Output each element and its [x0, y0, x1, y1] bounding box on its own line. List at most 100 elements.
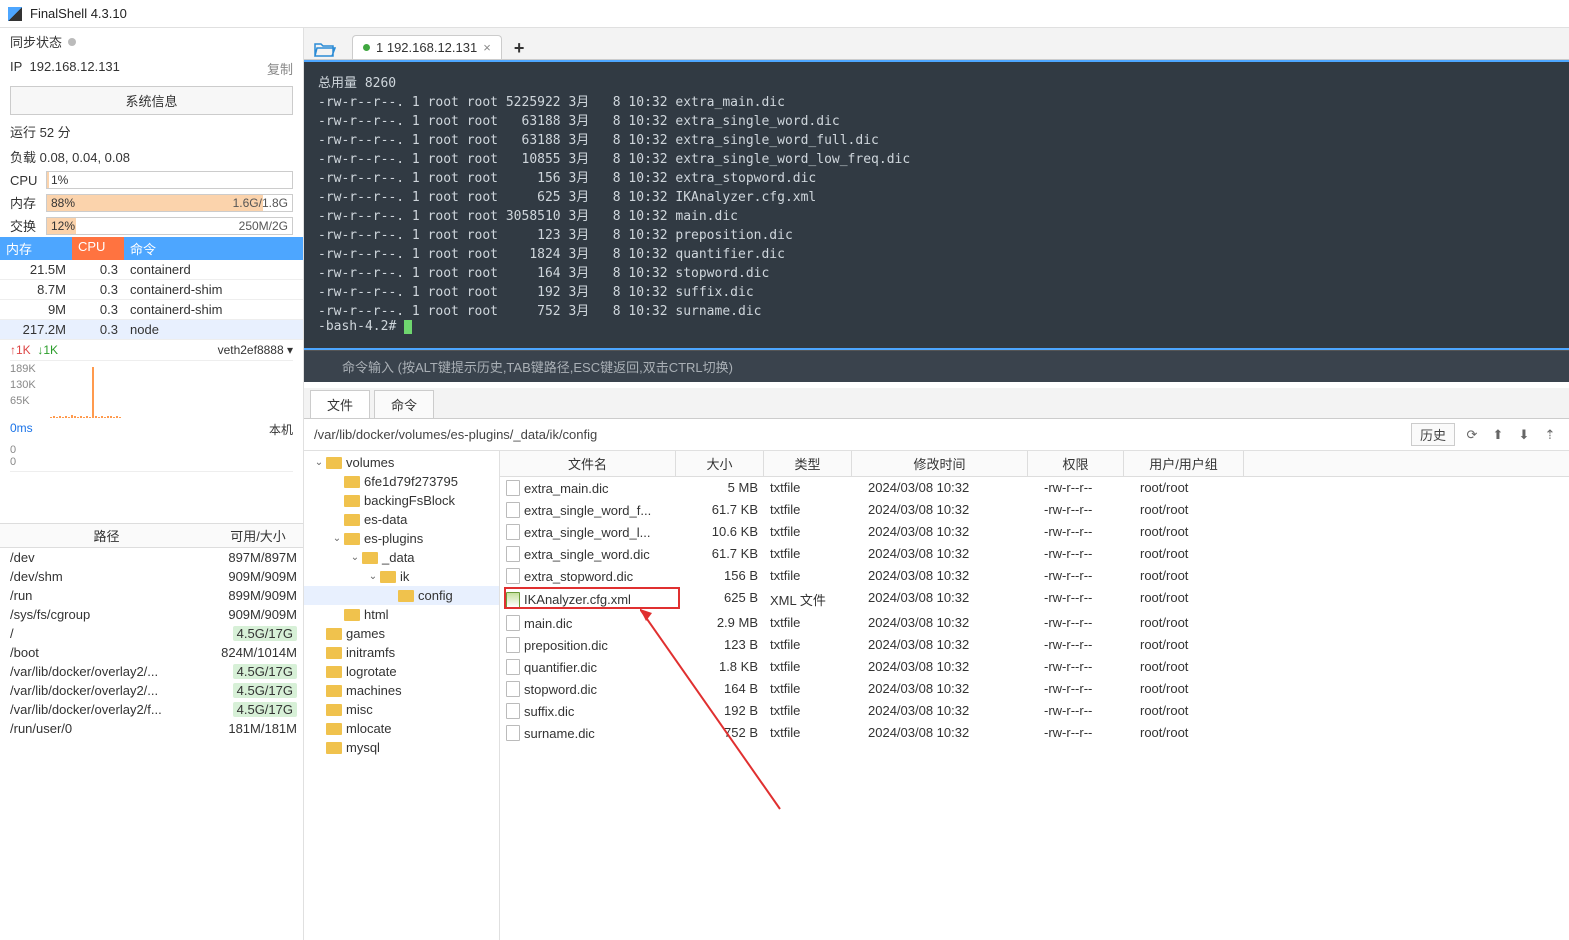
tree-item[interactable]: ⌄_data: [304, 548, 499, 567]
tree-item[interactable]: logrotate: [304, 662, 499, 681]
folder-icon: [326, 647, 342, 659]
command-input[interactable]: 命令输入 (按ALT键提示历史,TAB键路径,ESC键返回,双击CTRL切换): [304, 350, 1569, 382]
file-row[interactable]: extra_stopword.dic156 Btxtfile2024/03/08…: [500, 565, 1569, 587]
col-size[interactable]: 大小: [676, 451, 764, 476]
col-cmd[interactable]: 命令: [124, 237, 303, 260]
folder-tree[interactable]: ⌄volumes6fe1d79f273795backingFsBlockes-d…: [304, 451, 500, 940]
col-user[interactable]: 用户/用户组: [1124, 451, 1244, 476]
ping-host-select[interactable]: 本机: [269, 421, 293, 438]
tree-item[interactable]: es-data: [304, 510, 499, 529]
tree-item[interactable]: misc: [304, 700, 499, 719]
file-row[interactable]: preposition.dic123 Btxtfile2024/03/08 10…: [500, 634, 1569, 656]
col-perm[interactable]: 权限: [1028, 451, 1124, 476]
tab-files[interactable]: 文件: [310, 390, 370, 418]
col-path[interactable]: 路径: [0, 524, 213, 547]
process-row[interactable]: 9M0.3containerd-shim: [0, 300, 303, 320]
file-row[interactable]: main.dic2.9 MBtxtfile2024/03/08 10:32-rw…: [500, 612, 1569, 634]
ping-graph: [10, 471, 293, 523]
file-row[interactable]: extra_single_word_f...61.7 KBtxtfile2024…: [500, 499, 1569, 521]
file-row[interactable]: quantifier.dic1.8 KBtxtfile2024/03/08 10…: [500, 656, 1569, 678]
titlebar: FinalShell 4.3.10: [0, 0, 1569, 28]
file-list[interactable]: 文件名 大小 类型 修改时间 权限 用户/用户组 extra_main.dic5…: [500, 451, 1569, 940]
disk-header[interactable]: 路径 可用/大小: [0, 523, 303, 548]
disk-row[interactable]: /var/lib/docker/overlay2/...4.5G/17G: [0, 662, 303, 681]
sidebar: 同步状态 IP 192.168.12.131 复制 系统信息 运行 52 分 负…: [0, 28, 304, 940]
runtime-text: 运行 52 分: [0, 119, 303, 144]
folder-open-icon[interactable]: [312, 39, 338, 59]
process-header[interactable]: 内存 CPU 命令: [0, 237, 303, 260]
new-tab-button[interactable]: +: [508, 38, 531, 59]
disk-row[interactable]: /4.5G/17G: [0, 624, 303, 643]
folder-icon: [326, 685, 342, 697]
disk-row[interactable]: /sys/fs/cgroup909M/909M: [0, 605, 303, 624]
file-list-header[interactable]: 文件名 大小 类型 修改时间 权限 用户/用户组: [500, 451, 1569, 477]
file-row[interactable]: suffix.dic192 Btxtfile2024/03/08 10:32-r…: [500, 700, 1569, 722]
pathbar: /var/lib/docker/volumes/es-plugins/_data…: [304, 419, 1569, 451]
process-row[interactable]: 217.2M0.3node: [0, 320, 303, 340]
file-row[interactable]: extra_single_word.dic61.7 KBtxtfile2024/…: [500, 543, 1569, 565]
tree-item[interactable]: html: [304, 605, 499, 624]
content: 1 192.168.12.131 × + 总用量 8260 -rw-r--r--…: [304, 28, 1569, 940]
file-row[interactable]: stopword.dic164 Btxtfile2024/03/08 10:32…: [500, 678, 1569, 700]
current-path[interactable]: /var/lib/docker/volumes/es-plugins/_data…: [314, 427, 1407, 442]
folder-icon: [326, 628, 342, 640]
tree-item[interactable]: backingFsBlock: [304, 491, 499, 510]
history-button[interactable]: 历史: [1411, 423, 1455, 446]
disk-row[interactable]: /dev/shm909M/909M: [0, 567, 303, 586]
disk-row[interactable]: /boot824M/1014M: [0, 643, 303, 662]
folder-icon: [344, 533, 360, 545]
col-type[interactable]: 类型: [764, 451, 852, 476]
mem-row: 内存 88%1.6G/1.8G: [0, 191, 303, 214]
tree-item[interactable]: ⌄es-plugins: [304, 529, 499, 548]
file-icon: [506, 592, 520, 608]
tab-commands[interactable]: 命令: [374, 390, 434, 418]
col-mem[interactable]: 内存: [0, 237, 72, 260]
file-row[interactable]: extra_main.dic5 MBtxtfile2024/03/08 10:3…: [500, 477, 1569, 499]
refresh-icon[interactable]: ⟳: [1463, 426, 1481, 444]
app-title: FinalShell 4.3.10: [30, 6, 127, 21]
close-icon[interactable]: ×: [483, 40, 491, 55]
file-icon: [506, 568, 520, 584]
folder-icon: [380, 571, 396, 583]
copy-button[interactable]: 复制: [267, 59, 293, 78]
disk-row[interactable]: /run899M/909M: [0, 586, 303, 605]
tree-item[interactable]: machines: [304, 681, 499, 700]
file-icon: [506, 659, 520, 675]
iface-select[interactable]: veth2ef8888 ▾: [218, 343, 293, 357]
col-cpu[interactable]: CPU: [72, 237, 124, 260]
sysinfo-button[interactable]: 系统信息: [10, 86, 293, 115]
col-date[interactable]: 修改时间: [852, 451, 1028, 476]
download-icon[interactable]: ⬇: [1515, 426, 1533, 444]
tree-item[interactable]: ⌄volumes: [304, 453, 499, 472]
sync-status: 同步状态: [0, 28, 303, 55]
disk-row[interactable]: /dev897M/897M: [0, 548, 303, 567]
tree-item[interactable]: initramfs: [304, 643, 499, 662]
disk-row[interactable]: /var/lib/docker/overlay2/f...4.5G/17G: [0, 700, 303, 719]
tree-item[interactable]: mlocate: [304, 719, 499, 738]
tree-item[interactable]: 6fe1d79f273795: [304, 472, 499, 491]
terminal[interactable]: 总用量 8260 -rw-r--r--. 1 root root 5225922…: [304, 60, 1569, 350]
process-row[interactable]: 8.7M0.3containerd-shim: [0, 280, 303, 300]
tree-item[interactable]: ⌄ik: [304, 567, 499, 586]
folder-icon: [326, 704, 342, 716]
disk-row[interactable]: /var/lib/docker/overlay2/...4.5G/17G: [0, 681, 303, 700]
load-text: 负载 0.08, 0.04, 0.08: [0, 144, 303, 169]
upload2-icon[interactable]: ⇡: [1541, 426, 1559, 444]
connected-dot-icon: [363, 44, 370, 51]
tree-item[interactable]: mysql: [304, 738, 499, 757]
disk-row[interactable]: /run/user/0181M/181M: [0, 719, 303, 738]
file-icon: [506, 681, 520, 697]
tree-item[interactable]: config: [304, 586, 499, 605]
swap-label: 交换: [10, 216, 40, 235]
file-row[interactable]: surname.dic752 Btxtfile2024/03/08 10:32-…: [500, 722, 1569, 744]
session-tab[interactable]: 1 192.168.12.131 ×: [352, 35, 502, 59]
file-row[interactable]: extra_single_word_l...10.6 KBtxtfile2024…: [500, 521, 1569, 543]
file-row[interactable]: IKAnalyzer.cfg.xml625 BXML 文件2024/03/08 …: [500, 587, 1569, 612]
process-row[interactable]: 21.5M0.3containerd: [0, 260, 303, 280]
upload-icon[interactable]: ⬆: [1489, 426, 1507, 444]
file-icon: [506, 546, 520, 562]
col-filename[interactable]: 文件名: [500, 451, 676, 476]
col-avail[interactable]: 可用/大小: [213, 524, 303, 547]
tree-item[interactable]: games: [304, 624, 499, 643]
net-graph: 189K130K65K: [10, 360, 293, 418]
